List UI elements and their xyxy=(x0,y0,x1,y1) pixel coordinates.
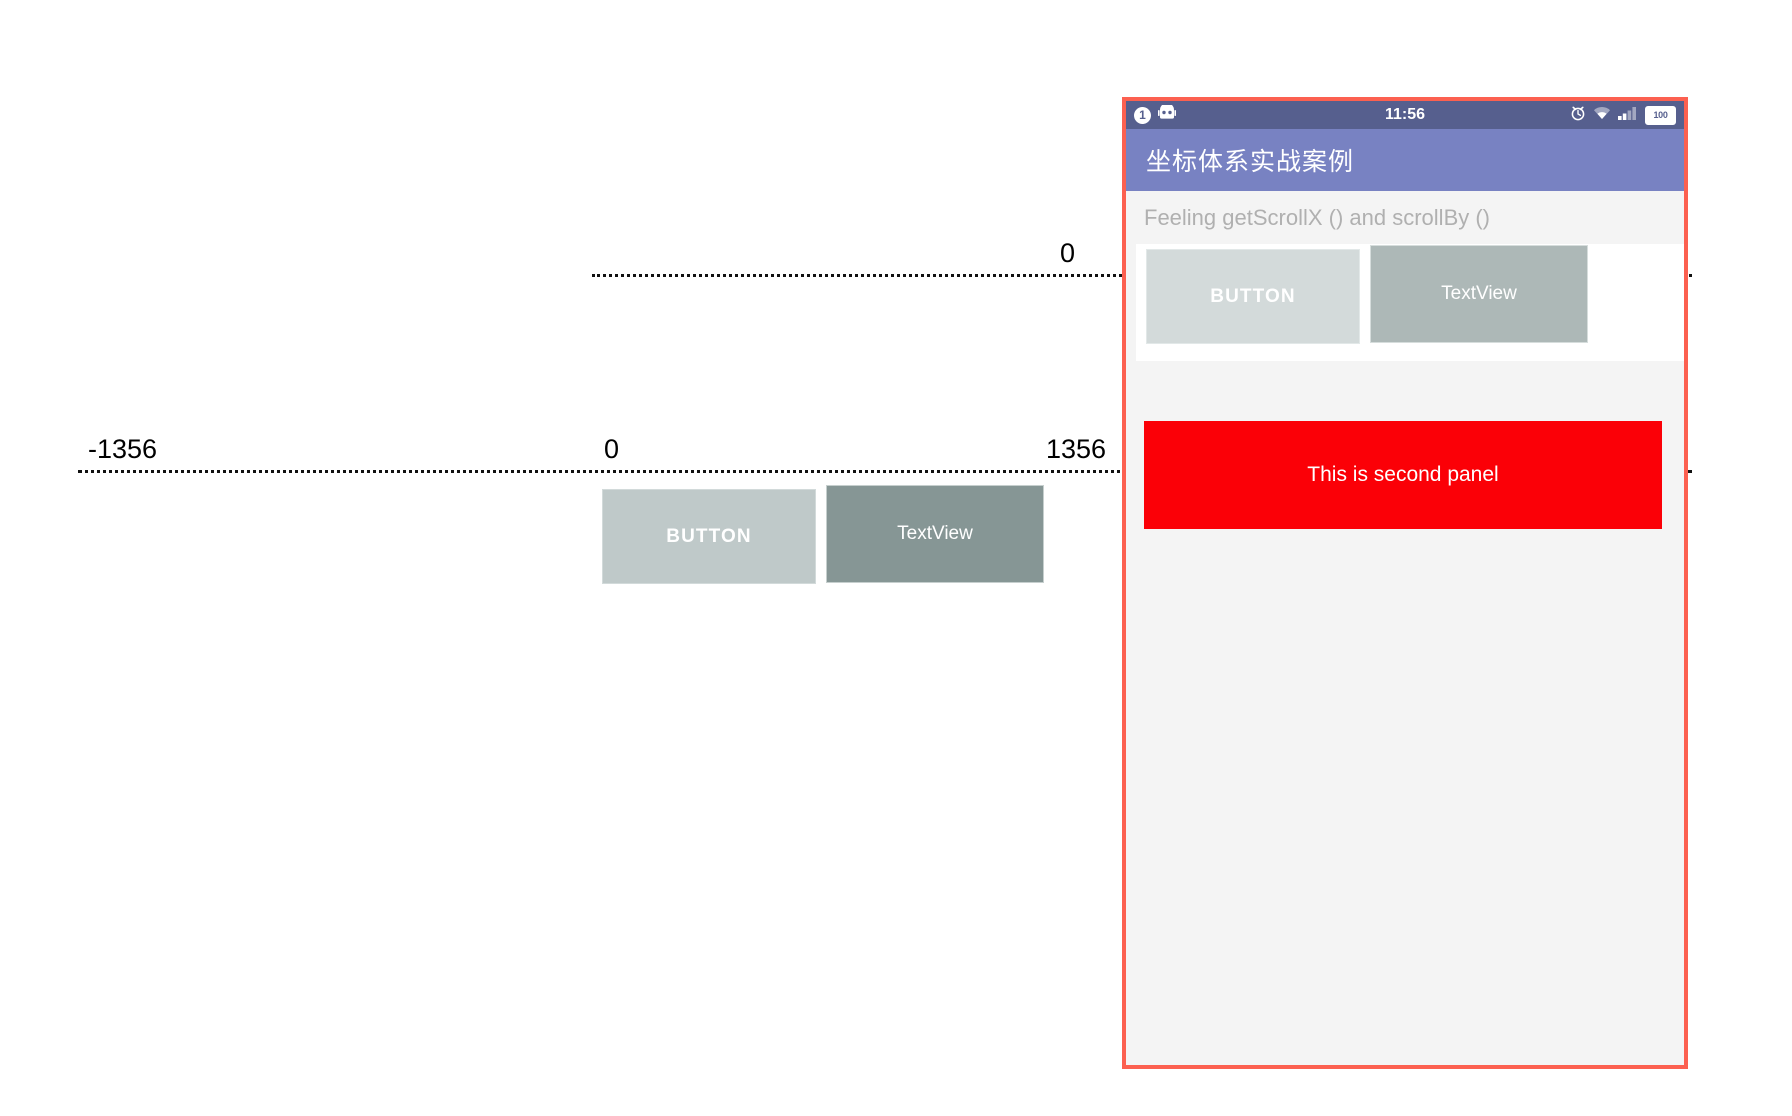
second-panel[interactable]: This is second panel xyxy=(1144,421,1662,529)
ghost-first-panel: BUTTON TextView xyxy=(592,484,1080,602)
status-bar-right-group: 100 xyxy=(1570,105,1676,126)
alarm-clock-icon xyxy=(1570,105,1586,126)
axis-label-top-zero: 0 xyxy=(1060,238,1076,268)
button-widget[interactable]: BUTTON xyxy=(1146,249,1360,344)
wifi-icon xyxy=(1593,106,1611,125)
status-bar: 1 11:56 100 xyxy=(1126,101,1684,129)
axis-label-1356: 1356 xyxy=(1046,434,1107,464)
second-panel-label: This is second panel xyxy=(1307,463,1499,486)
app-bar: 坐标体系实战案例 xyxy=(1126,129,1684,191)
app-bar-title: 坐标体系实战案例 xyxy=(1146,148,1355,176)
axis-label-zero: 0 xyxy=(604,434,620,464)
hint-text-label: Feeling getScrollX () and scrollBy () xyxy=(1144,205,1491,230)
battery-level-label: 100 xyxy=(1653,109,1668,120)
first-panel: BUTTON TextView xyxy=(1136,244,1684,361)
ghost-button-widget: BUTTON xyxy=(602,489,816,584)
notification-count-badge: 1 xyxy=(1134,106,1151,124)
axis-label-negative-1356: -1356 xyxy=(88,434,158,464)
ghost-textview-widget: TextView xyxy=(826,485,1044,583)
textview-widget[interactable]: TextView xyxy=(1370,245,1588,343)
status-bar-left-group: 1 xyxy=(1134,103,1176,125)
device-frame: 1 11:56 100 坐标体系实战案例 Feeling getScrollX … xyxy=(1122,97,1688,1069)
battery-icon: 100 xyxy=(1645,105,1676,125)
android-robot-icon xyxy=(1158,103,1176,125)
device-content-area: Feeling getScrollX () and scrollBy () BU… xyxy=(1126,191,1684,1065)
ghost-panel-row: BUTTON TextView xyxy=(592,484,1080,602)
signal-bars-icon xyxy=(1618,106,1638,125)
